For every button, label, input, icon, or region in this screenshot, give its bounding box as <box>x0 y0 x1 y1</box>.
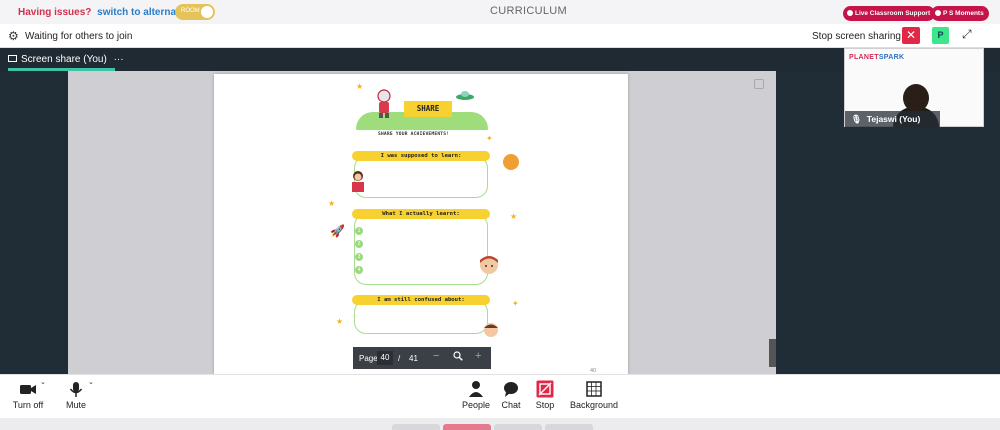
participant-name-tag: 🎙 Tejaswi (You) <box>845 111 940 127</box>
chevron-down-icon[interactable]: ⌄ <box>40 378 46 386</box>
zoom-icon[interactable] <box>453 351 463 361</box>
star-icon: ★ <box>510 212 518 221</box>
mic-icon: 🎙 <box>851 114 862 124</box>
people-button[interactable]: People <box>460 380 492 410</box>
app-root: Having issues? switch to alternate room … <box>0 0 1000 430</box>
people-icon <box>469 381 483 397</box>
issues-text: Having issues? <box>18 7 92 18</box>
brand-logo-part-b: SPARK <box>878 54 905 61</box>
footer-tab-active <box>443 424 491 430</box>
toggle-knob <box>201 6 213 18</box>
chevron-down-icon[interactable]: ⌄ <box>88 378 94 386</box>
moments-label: P S Moments <box>943 10 984 17</box>
more-options-icon[interactable]: ··· <box>114 54 124 65</box>
star-icon: ★ <box>336 317 344 326</box>
share-header: SHARE <box>404 101 452 117</box>
star-icon: ★ <box>328 199 336 208</box>
tab-screen-share[interactable]: Screen share (You) ··· <box>8 54 124 65</box>
section-label-confused: I am still confused about: <box>352 295 490 305</box>
page-separator: / <box>398 354 401 363</box>
zoom-out-button[interactable]: − <box>433 350 439 362</box>
background-icon <box>586 381 602 397</box>
mic-toggle-label: Mute <box>65 400 86 410</box>
zoom-in-button[interactable]: + <box>475 350 481 362</box>
stop-share-button[interactable]: Stop <box>533 380 557 410</box>
girl-reading-icon <box>352 171 364 192</box>
moments-icon <box>935 10 941 16</box>
item-number-4: 4 <box>355 266 363 274</box>
camera-toggle-label: Turn off <box>12 400 44 410</box>
item-number-3: 3 <box>355 253 363 261</box>
section-label-supposed: I was supposed to learn: <box>352 151 490 161</box>
screen-icon <box>8 55 17 62</box>
planet-icon <box>503 154 519 170</box>
star-icon: ★ <box>356 82 364 91</box>
participant-avatar[interactable]: P <box>932 27 949 44</box>
brand-logo-part-a: PLANET <box>849 54 879 61</box>
footer-tab <box>545 424 593 430</box>
share-subtitle: SHARE YOUR ACHIEVEMENTS! <box>378 132 450 137</box>
chat-label: Chat <box>501 400 521 410</box>
footer-strip <box>0 418 1000 430</box>
support-icon <box>847 10 853 16</box>
section-box-confused <box>354 300 488 334</box>
waiting-status: Waiting for others to join <box>25 31 133 42</box>
background-button[interactable]: Background <box>567 380 621 410</box>
page-navigator: Page 40 / 41 − + <box>353 347 491 369</box>
chat-icon <box>504 382 518 397</box>
footer-tab <box>392 424 440 430</box>
footer-tab <box>494 424 542 430</box>
page-label: Page <box>359 354 378 363</box>
section-box-learnt <box>354 214 488 285</box>
rocket-icon: 🚀 <box>330 224 345 238</box>
live-support-label: Live Classroom Support <box>855 10 931 17</box>
section-label-learnt: What I actually learnt: <box>352 209 490 219</box>
stop-share-icon <box>536 380 554 398</box>
status-bar: ⚙ Waiting for others to join Stop screen… <box>0 24 1000 48</box>
page-title: CURRICULUM <box>490 5 567 17</box>
item-number-1: 1 <box>355 227 363 235</box>
video-camera-icon <box>20 385 36 394</box>
bottom-control-bar: Turn off ⌄ Mute ⌄ People Chat Stop Backg… <box>0 374 1000 418</box>
stop-share-label: Stop <box>535 400 555 410</box>
background-label: Background <box>569 400 619 410</box>
star-icon: ✦ <box>486 134 493 143</box>
room-toggle[interactable]: ROOM <box>175 4 215 20</box>
ufo-icon <box>456 91 474 100</box>
item-number-2: 2 <box>355 240 363 248</box>
external-link-icon[interactable] <box>754 79 764 89</box>
brand-logo: PLANETSPARK <box>849 54 904 61</box>
top-bar: Having issues? switch to alternate room … <box>0 0 1000 24</box>
stop-screen-sharing-label: Stop screen sharing <box>812 31 901 42</box>
page-number-input[interactable]: 40 <box>377 351 393 365</box>
people-label: People <box>461 400 491 410</box>
self-video-tile[interactable]: PLANETSPARK 🎙 Tejaswi (You) <box>844 48 984 127</box>
boy-face-icon <box>480 256 498 274</box>
gear-icon[interactable]: ⚙ <box>8 29 19 43</box>
chat-button[interactable]: Chat <box>499 380 523 410</box>
mic-toggle-button[interactable]: Mute <box>62 380 90 410</box>
confused-kid-icon <box>484 323 498 337</box>
participant-head <box>903 84 929 112</box>
expand-icon[interactable]: ⤢ <box>962 27 972 42</box>
tab-screen-share-label: Screen share (You) <box>21 54 107 65</box>
astronaut-icon <box>377 89 391 118</box>
stage-left-panel <box>0 71 68 374</box>
page-total: 41 <box>409 354 418 363</box>
stop-sharing-close-button[interactable]: ✕ <box>902 27 920 44</box>
section-box-supposed <box>354 156 488 198</box>
moments-button[interactable]: P S Moments <box>931 6 989 21</box>
document-page: SHARE SHARE YOUR ACHIEVEMENTS! ★ ✦ ★ ★ ✦… <box>214 74 628 374</box>
scrollbar-thumb[interactable] <box>769 339 776 367</box>
microphone-icon <box>69 382 83 397</box>
live-support-button[interactable]: Live Classroom Support <box>843 6 936 21</box>
star-icon: ✦ <box>512 299 519 308</box>
room-toggle-label: ROOM <box>181 8 200 14</box>
participant-name: Tejaswi (You) <box>866 114 921 124</box>
